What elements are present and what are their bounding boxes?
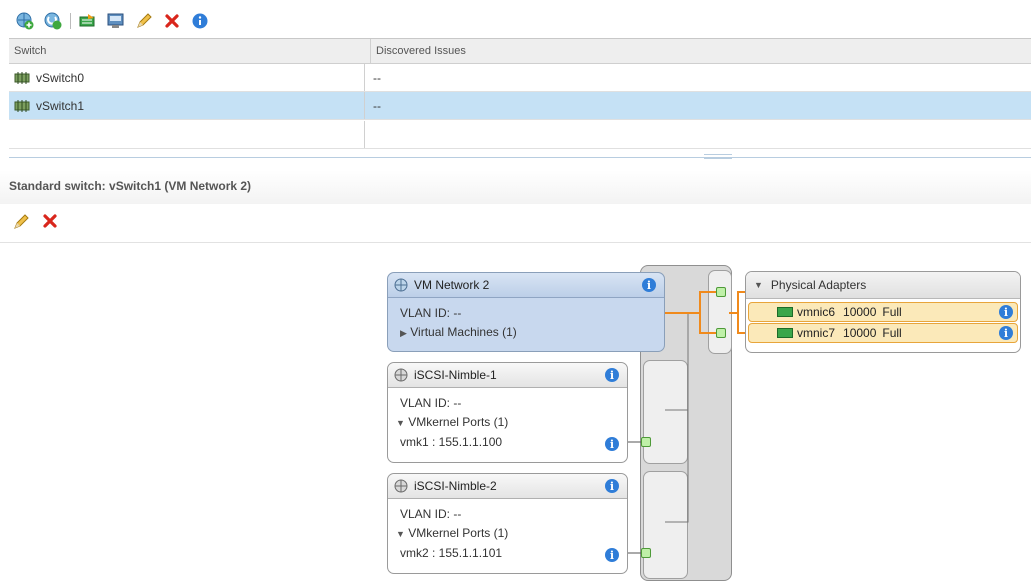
- vmk-port[interactable]: vmk2 : 155.1.1.101: [400, 546, 502, 560]
- virtual-machines-label: Virtual Machines (1): [410, 325, 517, 339]
- vmk1-port-connector: [641, 437, 651, 447]
- vmkernel-ports-toggle[interactable]: ▼ VMkernel Ports (1): [396, 415, 508, 429]
- port-group-header: iSCSI-Nimble-1 i: [388, 363, 627, 388]
- nic-speed: 10000: [843, 326, 877, 340]
- physical-adapter-vmnic6[interactable]: vmnic6 10000 Full i: [748, 302, 1018, 322]
- info-icon[interactable]: i: [999, 305, 1013, 319]
- vlan-id: VLAN ID: --: [400, 507, 462, 521]
- info-icon[interactable]: i: [999, 326, 1013, 340]
- nic-icon: [777, 307, 793, 317]
- info-icon[interactable]: i: [642, 278, 656, 292]
- collapse-icon: ▼: [396, 529, 405, 539]
- vmkernel-ports-label: VMkernel Ports (1): [408, 526, 509, 540]
- physical-adapters-panel: ▼ Physical Adapters vmnic6 10000 Full i …: [745, 271, 1021, 353]
- nic-icon: [777, 328, 793, 338]
- port-group-iscsi-nimble-1[interactable]: iSCSI-Nimble-1 i VLAN ID: -- ▼ VMkernel …: [387, 362, 628, 463]
- uplink-port-1: [716, 287, 726, 297]
- vmkernel-ports-label: VMkernel Ports (1): [408, 415, 509, 429]
- info-icon[interactable]: i: [605, 548, 619, 562]
- info-icon[interactable]: i: [605, 479, 619, 493]
- vmkernel-ports-toggle[interactable]: ▼ VMkernel Ports (1): [396, 526, 508, 540]
- vmk-port[interactable]: vmk1 : 155.1.1.100: [400, 435, 502, 449]
- physical-adapters-header[interactable]: ▼ Physical Adapters: [746, 272, 1020, 299]
- info-icon[interactable]: i: [605, 368, 619, 382]
- physical-adapter-vmnic7[interactable]: vmnic7 10000 Full i: [748, 323, 1018, 343]
- expand-icon: ▶: [400, 328, 407, 338]
- nic-duplex: Full: [882, 326, 902, 340]
- globe-icon: [394, 368, 408, 382]
- uplink-port-2: [716, 328, 726, 338]
- globe-icon: [394, 479, 408, 493]
- vmk2-port-connector: [641, 548, 651, 558]
- port-group-name: iSCSI-Nimble-2: [414, 479, 497, 493]
- physical-adapters-title: Physical Adapters: [770, 278, 867, 292]
- port-group-iscsi-nimble-2[interactable]: iSCSI-Nimble-2 i VLAN ID: -- ▼ VMkernel …: [387, 473, 628, 574]
- port-group-header: iSCSI-Nimble-2 i: [388, 474, 627, 499]
- port-group-vm-network-2[interactable]: VM Network 2 i VLAN ID: -- ▶ Virtual Mac…: [387, 272, 665, 352]
- port-group-header: VM Network 2 i: [388, 273, 664, 298]
- port-group-name: iSCSI-Nimble-1: [414, 368, 497, 382]
- virtual-machines-toggle[interactable]: ▶ Virtual Machines (1): [400, 325, 517, 339]
- globe-icon: [394, 278, 408, 292]
- vlan-id: VLAN ID: --: [400, 396, 462, 410]
- nic-name: vmnic7: [797, 326, 836, 340]
- nic-name: vmnic6: [797, 305, 836, 319]
- port-group-name: VM Network 2: [414, 278, 490, 292]
- nic-duplex: Full: [882, 305, 902, 319]
- collapse-icon: ▼: [754, 280, 763, 290]
- collapse-icon: ▼: [396, 418, 405, 428]
- info-icon[interactable]: i: [605, 437, 619, 451]
- nic-speed: 10000: [843, 305, 877, 319]
- vlan-id: VLAN ID: --: [400, 306, 462, 320]
